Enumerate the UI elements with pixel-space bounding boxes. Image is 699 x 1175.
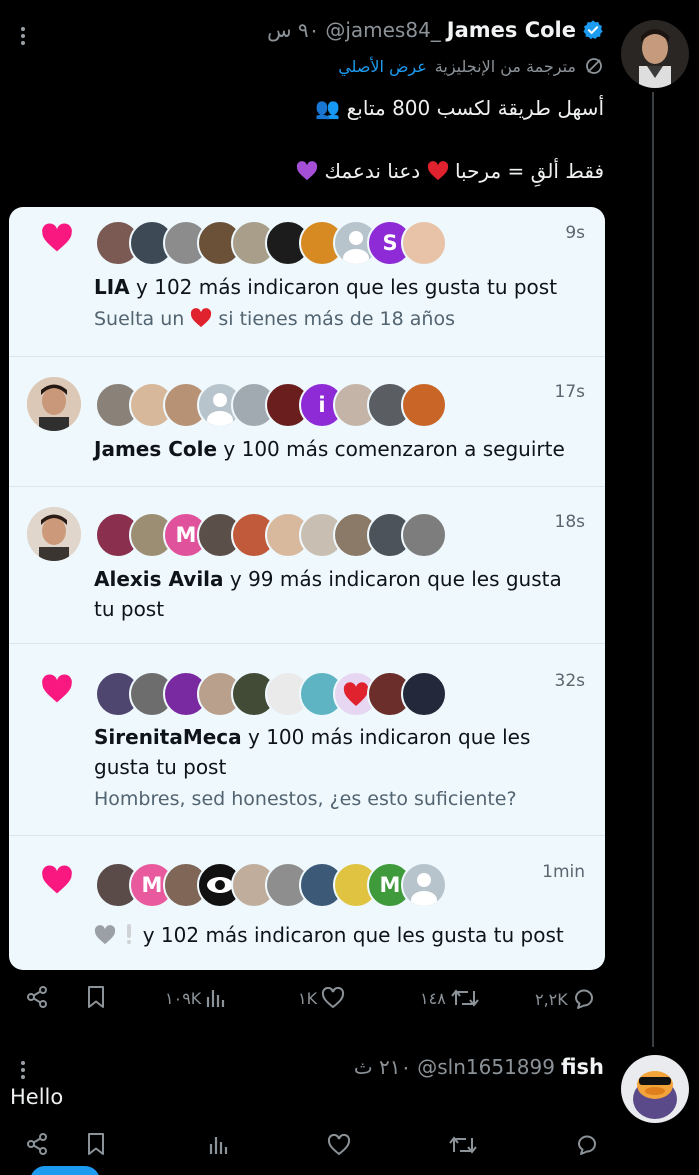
follower-avatar[interactable] (27, 377, 81, 431)
views-count: ١٠٩K (165, 988, 202, 1008)
more-icon[interactable] (17, 1061, 29, 1079)
views-button[interactable]: ١٠٩K (165, 987, 227, 1009)
more-icon[interactable] (17, 27, 29, 45)
tweet-text-3: دعنا ندعمك (324, 159, 421, 183)
people-emoji: 👥 (315, 96, 341, 120)
bookmark-icon (88, 986, 104, 1008)
avatar (401, 220, 447, 266)
tweet-text-2: فقط ألقِ = مرحبا (454, 159, 604, 183)
tweet-time[interactable]: ٩٠ س (267, 18, 319, 42)
retweet-button[interactable]: ١٤٨ (420, 987, 480, 1009)
notification-time: 9s (565, 223, 585, 243)
tweet-author-name[interactable]: James Cole (447, 18, 576, 42)
share-button[interactable] (25, 1132, 49, 1156)
follower-avatar[interactable] (27, 507, 81, 561)
notification-text: SirenitaMeca y 100 más indicaron que les… (94, 722, 565, 782)
share-icon (27, 986, 47, 1008)
retweet-count: ١٤٨ (420, 988, 446, 1008)
reply-icon (574, 989, 593, 1009)
notification-text: James Cole y 100 más comenzaron a seguir… (94, 434, 585, 464)
notification-item: M M 1min y 102 más indicaron que les gus… (9, 836, 605, 970)
preview-text-a: Suelta un (94, 308, 191, 330)
notification-item: i 17s James Cole y 100 más comenzaron a … (9, 357, 605, 487)
notification-text: LIA y 102 más indicaron que les gusta tu… (94, 272, 585, 302)
notification-time: 32s (554, 671, 586, 691)
like-button[interactable] (327, 1134, 351, 1156)
reply-author-avatar[interactable] (621, 1055, 689, 1123)
retweet-button[interactable] (448, 1134, 478, 1156)
red-heart-icon (191, 308, 212, 328)
tweet-handle[interactable]: @james84_ (325, 18, 440, 42)
notification-item: M 18s Alexis Avila y 99 más indicaron qu… (9, 487, 605, 644)
author-avatar[interactable] (621, 20, 689, 88)
notification-message: y 102 más indicaron que les gusta tu pos… (129, 275, 558, 299)
views-button[interactable] (208, 1134, 230, 1156)
purple-heart-icon (296, 161, 318, 181)
views-icon (207, 990, 225, 1007)
reply-button[interactable]: ٢,٢K (535, 987, 596, 1011)
like-icon (322, 987, 345, 1009)
reply-count: ٢,٢K (535, 989, 568, 1009)
translated-label: مترجمة من الإنجليزية (434, 56, 576, 76)
tweet-header: ٩٠ س @james84_ James Cole (267, 18, 604, 42)
like-icon (327, 1134, 351, 1156)
notification-text: y 102 más indicaron que les gusta tu pos… (94, 920, 585, 950)
exclamation-icon (127, 924, 132, 944)
notifications-screenshot-card[interactable]: S 9s LIA y 102 más indicaron que les gus… (9, 207, 605, 970)
avatar (401, 382, 447, 428)
share-button[interactable] (25, 985, 49, 1009)
translation-info: مترجمة من الإنجليزية عرض الأصلي (338, 56, 604, 76)
bookmark-button[interactable] (85, 985, 107, 1009)
reply-action-bar (0, 1130, 699, 1170)
timeline: ٩٠ س @james84_ James Cole مترجمة من الإن… (0, 0, 699, 1175)
grey-heart-icon (94, 925, 116, 945)
translate-icon (586, 58, 602, 74)
reply-icon (578, 1135, 596, 1155)
notification-text: Alexis Avila y 99 más indicaron que les … (94, 564, 575, 624)
view-original-link[interactable]: عرض الأصلي (338, 57, 427, 76)
notification-time: 17s (554, 382, 586, 402)
thread-line (652, 92, 654, 1047)
views-icon (209, 1137, 228, 1154)
reply-author-name[interactable]: fish (561, 1055, 604, 1079)
bookmark-icon (88, 1133, 104, 1155)
notification-time: 1min (542, 862, 585, 882)
reply-time[interactable]: ٢١٠ ث (354, 1055, 411, 1079)
like-button[interactable]: ١K (298, 987, 345, 1009)
retweet-icon (449, 1136, 477, 1154)
actor-name[interactable]: LIA (94, 275, 130, 299)
bookmark-button[interactable] (85, 1132, 107, 1156)
notification-preview: Suelta un si tienes más de 18 años (94, 308, 585, 330)
reply-handle[interactable]: @sln1651899 (417, 1055, 555, 1079)
notification-item: S 9s LIA y 102 más indicaron que les gus… (9, 207, 605, 357)
avatar (401, 671, 447, 717)
actor-name[interactable]: James Cole (94, 437, 217, 461)
avatar (401, 862, 447, 908)
notification-time: 18s (554, 512, 586, 532)
share-icon (27, 1133, 47, 1155)
avatar (401, 512, 447, 558)
tweet-text-1: أسهل طريقة لكسب 800 متابع (346, 96, 604, 120)
notification-message: y 102 más indicaron que les gusta tu pos… (142, 923, 564, 947)
retweet-icon (451, 989, 479, 1007)
reply-button[interactable] (575, 1133, 599, 1157)
actor-name[interactable]: SirenitaMeca (94, 725, 242, 749)
notification-preview: Hombres, sed honestos, ¿es esto suficien… (94, 788, 517, 810)
notification-item: 32s SirenitaMeca y 100 más indicaron que… (9, 644, 605, 836)
tweet-text-line-2: فقط ألقِ = مرحبا دعنا ندعمك (296, 159, 604, 183)
notification-message: y 100 más comenzaron a seguirte (217, 437, 565, 461)
red-heart-icon (427, 161, 448, 181)
verified-icon (583, 20, 603, 40)
preview-text-b: si tienes más de 18 años (212, 308, 455, 330)
actor-name[interactable]: Alexis Avila (94, 567, 224, 591)
like-heart-icon (42, 223, 72, 252)
reply-header: ٢١٠ ث @sln1651899 fish (354, 1055, 604, 1079)
reply-text: Hello (10, 1085, 64, 1109)
like-count: ١K (298, 988, 318, 1008)
tweet-text-line-1: أسهل طريقة لكسب 800 متابع 👥 (315, 96, 604, 120)
like-heart-icon (42, 865, 72, 894)
like-heart-icon (42, 674, 72, 703)
compose-button-edge[interactable] (30, 1166, 100, 1175)
tweet-action-bar: ١٠٩K ١K ١٤٨ ٢,٢K (0, 985, 699, 1025)
